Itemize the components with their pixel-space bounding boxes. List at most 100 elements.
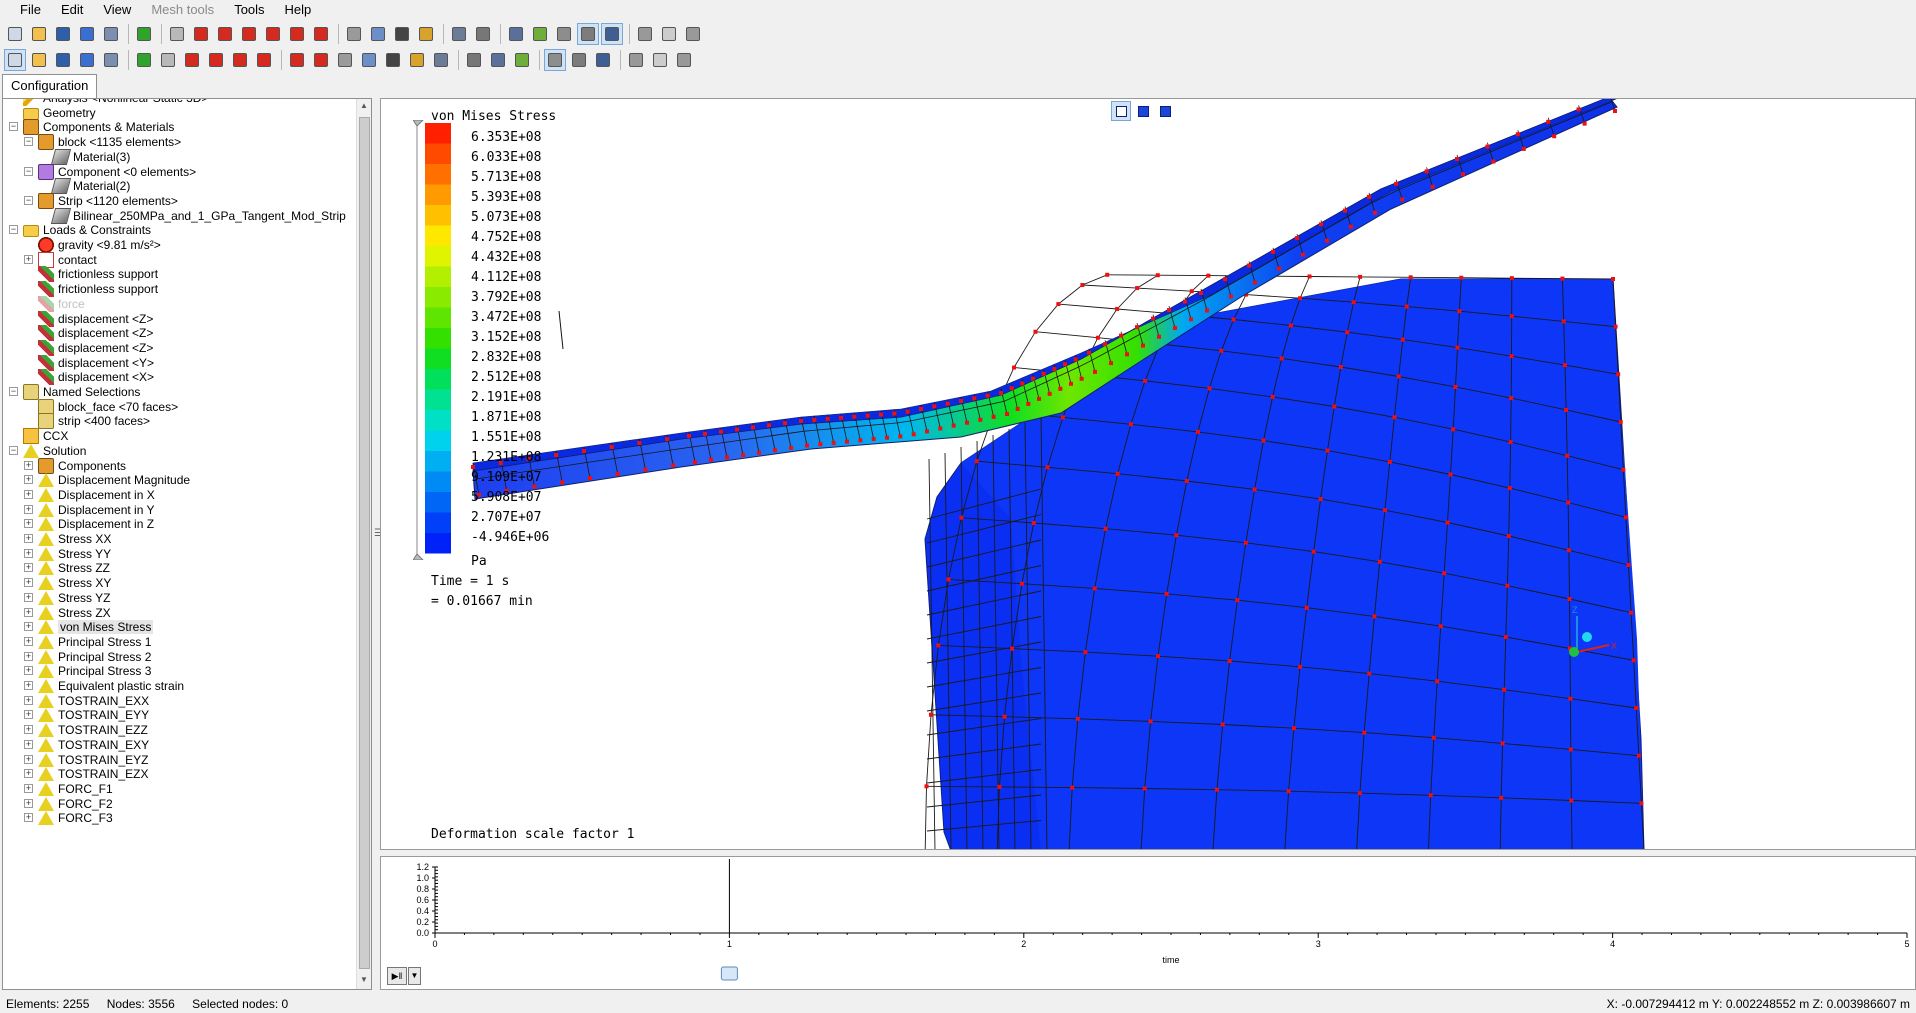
- expand-icon[interactable]: +: [24, 725, 33, 735]
- menu-view[interactable]: View: [93, 0, 141, 20]
- expand-icon[interactable]: +: [24, 739, 33, 749]
- tree-node[interactable]: + FORC_F3: [24, 809, 113, 827]
- redo-button[interactable]: [100, 23, 122, 45]
- collapse-icon[interactable]: −: [9, 225, 18, 235]
- select-pointer-button[interactable]: [4, 49, 26, 71]
- cross-button[interactable]: [205, 49, 227, 71]
- zoom-window-button[interactable]: [343, 23, 365, 45]
- pick-node-button[interactable]: [28, 49, 50, 71]
- expand-icon[interactable]: +: [24, 622, 33, 632]
- expand-icon[interactable]: +: [24, 695, 33, 705]
- red-cube-iso-button[interactable]: [286, 23, 308, 45]
- mesh-view-button[interactable]: [601, 23, 623, 45]
- collapse-icon[interactable]: −: [9, 445, 18, 455]
- node-view-button[interactable]: [505, 23, 527, 45]
- tab-configuration[interactable]: Configuration: [2, 74, 98, 98]
- contour-lines-button[interactable]: [592, 49, 614, 71]
- red-cube-top-button[interactable]: [238, 23, 260, 45]
- rotate-node-button[interactable]: [382, 49, 404, 71]
- panel-splitter[interactable]: ☰: [373, 98, 383, 990]
- surface-button[interactable]: [529, 23, 551, 45]
- view-settings-button[interactable]: [448, 23, 470, 45]
- grid-dropdown-button[interactable]: [625, 49, 647, 71]
- arrows-button[interactable]: [649, 49, 671, 71]
- explode-button[interactable]: [133, 49, 155, 71]
- red-cube-front-button[interactable]: [214, 23, 236, 45]
- collapse-icon[interactable]: −: [24, 166, 33, 176]
- expand-icon[interactable]: +: [24, 519, 33, 529]
- expand-icon[interactable]: +: [24, 489, 33, 499]
- pick-face-button[interactable]: [76, 49, 98, 71]
- merge-button[interactable]: [253, 49, 275, 71]
- play-pause-button[interactable]: ▶‖: [387, 967, 407, 985]
- pick-element-button[interactable]: [52, 49, 74, 71]
- save-button[interactable]: [52, 23, 74, 45]
- rotate-button[interactable]: [391, 23, 413, 45]
- expand-icon[interactable]: +: [24, 475, 33, 485]
- view-shaded-button[interactable]: [1155, 101, 1175, 121]
- expand-icon[interactable]: +: [24, 578, 33, 588]
- expand-icon[interactable]: +: [24, 460, 33, 470]
- expand-icon[interactable]: +: [24, 607, 33, 617]
- collapse-icon[interactable]: −: [9, 387, 18, 396]
- legend-top-handle-icon[interactable]: [413, 120, 424, 127]
- split-button[interactable]: [229, 49, 251, 71]
- legend-bottom-handle-icon[interactable]: [413, 553, 424, 560]
- zoom-fit-button[interactable]: [415, 23, 437, 45]
- slider-button[interactable]: [658, 23, 680, 45]
- equal-bars-button[interactable]: [133, 23, 155, 45]
- view-solid-button[interactable]: [1133, 101, 1153, 121]
- triangle-outline-button[interactable]: [511, 49, 533, 71]
- expand-icon[interactable]: +: [24, 504, 33, 514]
- expand-icon[interactable]: +: [24, 592, 33, 602]
- shaded-edges-button[interactable]: [577, 23, 599, 45]
- scroll-up-icon[interactable]: ▲: [360, 101, 368, 110]
- box-button[interactable]: [157, 49, 179, 71]
- expand-icon[interactable]: +: [24, 710, 33, 720]
- expand-icon[interactable]: +: [24, 254, 33, 264]
- expand-icon[interactable]: +: [24, 769, 33, 779]
- copy-button[interactable]: [310, 49, 332, 71]
- red-cube-button[interactable]: [190, 23, 212, 45]
- expand-icon[interactable]: +: [24, 666, 33, 676]
- scatter-button[interactable]: [430, 49, 452, 71]
- new-file-button[interactable]: [4, 23, 26, 45]
- expand-icon[interactable]: +: [24, 798, 33, 808]
- menu-edit[interactable]: Edit: [51, 0, 93, 20]
- arc-button[interactable]: [358, 49, 380, 71]
- red-cube-side-button[interactable]: [262, 23, 284, 45]
- table-button[interactable]: [673, 49, 695, 71]
- pick-body-button[interactable]: [100, 49, 122, 71]
- menu-file[interactable]: File: [10, 0, 51, 20]
- time-slider-handle[interactable]: [720, 966, 738, 981]
- scroll-down-icon[interactable]: ▼: [360, 975, 368, 984]
- move-button[interactable]: [286, 49, 308, 71]
- time-history-plot[interactable]: 1.2 1.0 0.8 0.6 0.4 0.2 0.0 0 1 2 3 4 5 time ▶‖ ▼: [380, 856, 1916, 990]
- wireframe-cube-button[interactable]: [166, 23, 188, 45]
- play-options-dropdown[interactable]: ▼: [408, 967, 421, 985]
- arrow-dropdown-button[interactable]: [472, 23, 494, 45]
- 3d-viewport[interactable]: Z X von Mises Stress 6.353E+08 6.033E+08 5…: [380, 98, 1916, 850]
- mesh-triangle-button[interactable]: [463, 49, 485, 71]
- expand-icon[interactable]: +: [24, 548, 33, 558]
- expand-icon[interactable]: +: [24, 636, 33, 646]
- expand-icon[interactable]: +: [24, 534, 33, 543]
- scroll-thumb[interactable]: [359, 117, 370, 969]
- menu-help[interactable]: Help: [275, 0, 322, 20]
- expand-icon[interactable]: +: [24, 783, 33, 793]
- undo-button[interactable]: [76, 23, 98, 45]
- slider-right-button[interactable]: [682, 23, 704, 45]
- tree-scrollbar[interactable]: ▲ ▼: [356, 99, 371, 989]
- expand-icon[interactable]: +: [24, 651, 33, 661]
- menu-mesh-tools[interactable]: Mesh tools: [141, 0, 224, 20]
- branch-button[interactable]: [406, 49, 428, 71]
- expand-icon[interactable]: +: [24, 681, 33, 690]
- collapse-icon[interactable]: −: [24, 137, 33, 147]
- collapse-icon[interactable]: −: [24, 195, 33, 205]
- shaded-button[interactable]: [553, 23, 575, 45]
- collapse-icon[interactable]: −: [9, 122, 18, 132]
- slider-left-button[interactable]: [634, 23, 656, 45]
- expand-icon[interactable]: +: [24, 754, 33, 764]
- contour-filled-button[interactable]: [568, 49, 590, 71]
- zoom-button[interactable]: [367, 23, 389, 45]
